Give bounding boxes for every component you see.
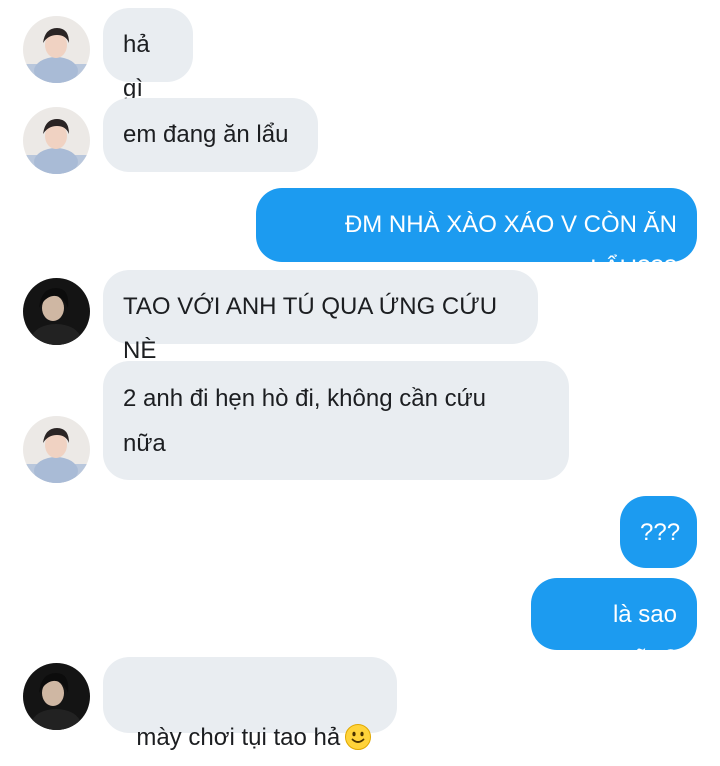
message-bubble-incoming[interactable]: em đang ăn lẩu bbox=[103, 98, 318, 172]
message-bubble-incoming[interactable]: 2 anh đi hẹn hò đi, không cần cứu nữa bbox=[103, 361, 569, 480]
message-bubble-incoming[interactable]: mày chơi tụi tao hả bbox=[103, 657, 397, 751]
avatar-light-1[interactable] bbox=[23, 16, 90, 83]
message-bubble-outgoing[interactable]: ĐM NHÀ XÀO XÁO V CÒN ĂN LẨU??? bbox=[256, 188, 697, 282]
message-bubble-incoming[interactable]: hả gì bbox=[103, 8, 193, 102]
message-text: mày chơi tụi tao hả bbox=[136, 724, 341, 751]
slightly-smiling-face-icon bbox=[344, 722, 372, 750]
message-bubble-outgoing[interactable]: là sao nữa? bbox=[531, 578, 697, 672]
avatar-dark-2[interactable] bbox=[23, 663, 90, 730]
message-bubble-outgoing[interactable]: ??? bbox=[620, 496, 697, 568]
avatar-dark-1[interactable] bbox=[23, 278, 90, 345]
avatar-light-2[interactable] bbox=[23, 107, 90, 174]
message-bubble-incoming[interactable]: TAO VỚI ANH TÚ QUA ỨNG CỨU NÈ bbox=[103, 270, 538, 364]
avatar-light-3[interactable] bbox=[23, 416, 90, 483]
